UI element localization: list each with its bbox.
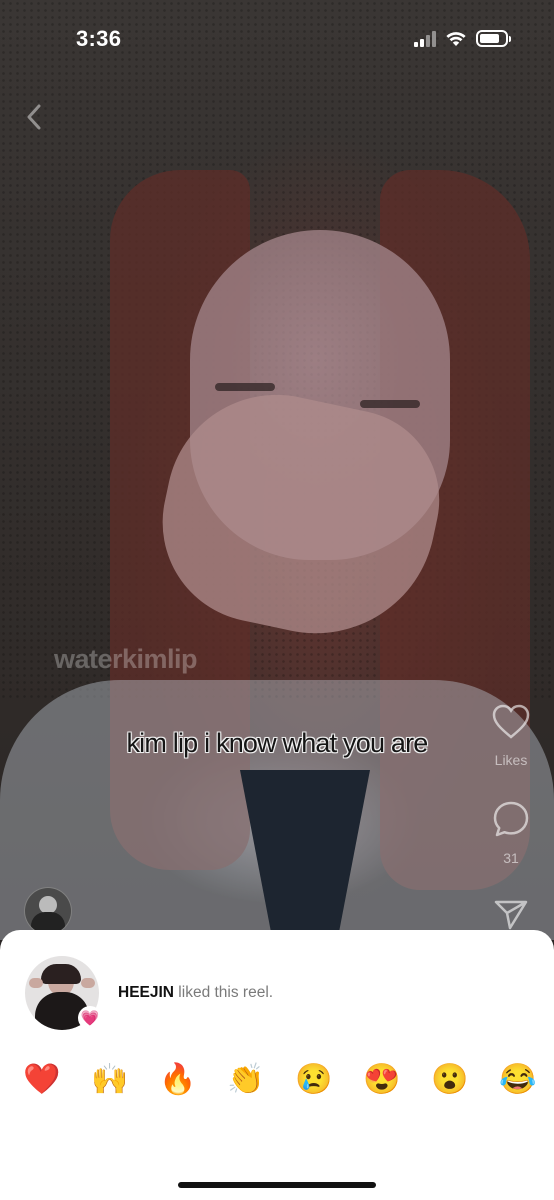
clapping-reaction-icon[interactable]: 👏 <box>226 1062 266 1098</box>
reel-caption: kim lip i know what you are <box>126 728 428 758</box>
comment-bubble-icon[interactable] <box>492 800 530 838</box>
battery-icon <box>476 30 511 47</box>
red-heart-reaction-icon[interactable]: ❤️ <box>22 1062 62 1098</box>
reel-author-avatar[interactable] <box>24 887 72 935</box>
send-icon[interactable] <box>493 898 529 930</box>
reel-watermark: waterkimlip <box>54 644 198 674</box>
video-figure-eye-left <box>215 383 275 391</box>
like-action[interactable]: Likes <box>486 704 536 768</box>
home-indicator[interactable] <box>178 1182 376 1188</box>
heart-eyes-reaction-icon[interactable]: 😍 <box>362 1062 402 1098</box>
crying-reaction-icon[interactable]: 😢 <box>294 1062 334 1098</box>
quick-reactions: ❤️ 🙌 🔥 👏 😢 😍 😮 😂 <box>22 1062 538 1098</box>
laughing-reaction-icon[interactable]: 😂 <box>498 1062 538 1098</box>
status-time: 3:36 <box>76 26 122 51</box>
video-figure-eye-right <box>360 400 420 408</box>
battery-level <box>480 34 499 43</box>
share-action[interactable] <box>486 898 536 930</box>
wifi-icon <box>446 32 466 46</box>
raised-hands-reaction-icon[interactable]: 🙌 <box>90 1062 130 1098</box>
comments-count: 31 <box>503 850 519 866</box>
cellular-signal-icon <box>414 31 436 47</box>
like-notification-text: HEEJIN liked this reel. <box>118 984 273 1002</box>
heart-icon[interactable] <box>492 704 530 740</box>
heart-badge-icon: 💗 <box>78 1006 102 1030</box>
back-chevron-icon[interactable] <box>20 100 50 134</box>
surprised-reaction-icon[interactable]: 😮 <box>430 1062 470 1098</box>
comment-action[interactable]: 31 <box>486 800 536 866</box>
likes-label: Likes <box>494 752 528 768</box>
like-action-text: liked this reel. <box>174 984 274 1001</box>
like-notification-sheet[interactable]: 💗 HEEJIN liked this reel. ❤️ 🙌 🔥 👏 😢 😍 😮… <box>0 930 554 1200</box>
status-icons <box>414 30 511 47</box>
liker-username[interactable]: HEEJIN <box>118 984 174 1001</box>
fire-reaction-icon[interactable]: 🔥 <box>158 1062 198 1098</box>
